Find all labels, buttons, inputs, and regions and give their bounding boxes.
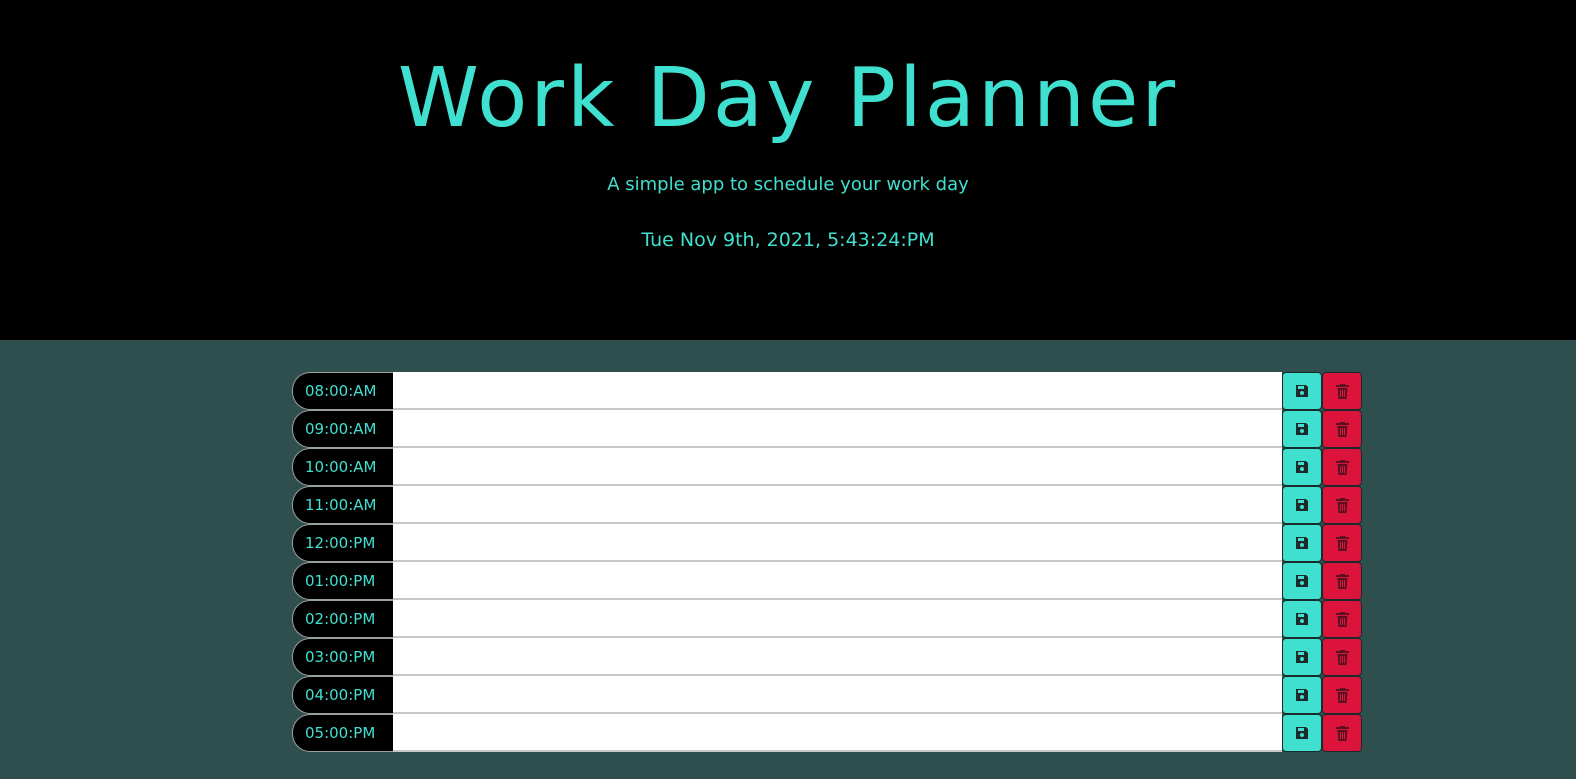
hour-label: 08:00:AM bbox=[292, 372, 393, 410]
hour-label: 01:00:PM bbox=[292, 562, 393, 600]
hour-label: 04:00:PM bbox=[292, 676, 393, 714]
save-button[interactable] bbox=[1282, 410, 1322, 448]
hour-label: 12:00:PM bbox=[292, 524, 393, 562]
floppy-disk-icon bbox=[1296, 613, 1308, 625]
delete-button[interactable] bbox=[1322, 372, 1362, 410]
save-button[interactable] bbox=[1282, 372, 1322, 410]
save-button[interactable] bbox=[1282, 600, 1322, 638]
planner: 08:00:AM 09:00:AM 10:00:AM 11:00:AM 12:0… bbox=[292, 372, 1362, 752]
task-input[interactable] bbox=[393, 372, 1282, 410]
time-block-row: 01:00:PM bbox=[292, 562, 1362, 600]
time-block-row: 04:00:PM bbox=[292, 676, 1362, 714]
save-button[interactable] bbox=[1282, 524, 1322, 562]
floppy-disk-icon bbox=[1296, 689, 1308, 701]
trash-icon bbox=[1335, 611, 1349, 627]
trash-icon bbox=[1335, 725, 1349, 741]
task-input[interactable] bbox=[393, 600, 1282, 638]
header: Work Day Planner A simple app to schedul… bbox=[0, 0, 1576, 340]
save-button[interactable] bbox=[1282, 714, 1322, 752]
task-input[interactable] bbox=[393, 676, 1282, 714]
task-input[interactable] bbox=[393, 448, 1282, 486]
floppy-disk-icon bbox=[1296, 499, 1308, 511]
delete-button[interactable] bbox=[1322, 600, 1362, 638]
trash-icon bbox=[1335, 573, 1349, 589]
floppy-disk-icon bbox=[1296, 651, 1308, 663]
page-title: Work Day Planner bbox=[397, 51, 1179, 146]
save-button[interactable] bbox=[1282, 676, 1322, 714]
time-block-row: 03:00:PM bbox=[292, 638, 1362, 676]
page-subtitle: A simple app to schedule your work day bbox=[607, 174, 969, 195]
delete-button[interactable] bbox=[1322, 714, 1362, 752]
time-block-row: 08:00:AM bbox=[292, 372, 1362, 410]
floppy-disk-icon bbox=[1296, 537, 1308, 549]
task-input[interactable] bbox=[393, 638, 1282, 676]
time-block-row: 10:00:AM bbox=[292, 448, 1362, 486]
delete-button[interactable] bbox=[1322, 676, 1362, 714]
hour-label: 10:00:AM bbox=[292, 448, 393, 486]
trash-icon bbox=[1335, 687, 1349, 703]
delete-button[interactable] bbox=[1322, 562, 1362, 600]
time-block-row: 05:00:PM bbox=[292, 714, 1362, 752]
hour-label: 09:00:AM bbox=[292, 410, 393, 448]
trash-icon bbox=[1335, 497, 1349, 513]
floppy-disk-icon bbox=[1296, 385, 1308, 397]
trash-icon bbox=[1335, 535, 1349, 551]
time-block-row: 12:00:PM bbox=[292, 524, 1362, 562]
delete-button[interactable] bbox=[1322, 486, 1362, 524]
current-datetime: Tue Nov 9th, 2021, 5:43:24:PM bbox=[641, 229, 935, 251]
trash-icon bbox=[1335, 459, 1349, 475]
trash-icon bbox=[1335, 649, 1349, 665]
delete-button[interactable] bbox=[1322, 448, 1362, 486]
delete-button[interactable] bbox=[1322, 410, 1362, 448]
floppy-disk-icon bbox=[1296, 423, 1308, 435]
task-input[interactable] bbox=[393, 714, 1282, 752]
time-block-row: 09:00:AM bbox=[292, 410, 1362, 448]
floppy-disk-icon bbox=[1296, 461, 1308, 473]
task-input[interactable] bbox=[393, 562, 1282, 600]
task-input[interactable] bbox=[393, 486, 1282, 524]
floppy-disk-icon bbox=[1296, 575, 1308, 587]
task-input[interactable] bbox=[393, 410, 1282, 448]
save-button[interactable] bbox=[1282, 562, 1322, 600]
trash-icon bbox=[1335, 421, 1349, 437]
hour-label: 02:00:PM bbox=[292, 600, 393, 638]
save-button[interactable] bbox=[1282, 486, 1322, 524]
trash-icon bbox=[1335, 383, 1349, 399]
hour-label: 11:00:AM bbox=[292, 486, 393, 524]
save-button[interactable] bbox=[1282, 448, 1322, 486]
delete-button[interactable] bbox=[1322, 638, 1362, 676]
time-block-row: 11:00:AM bbox=[292, 486, 1362, 524]
time-block-row: 02:00:PM bbox=[292, 600, 1362, 638]
save-button[interactable] bbox=[1282, 638, 1322, 676]
task-input[interactable] bbox=[393, 524, 1282, 562]
hour-label: 05:00:PM bbox=[292, 714, 393, 752]
floppy-disk-icon bbox=[1296, 727, 1308, 739]
hour-label: 03:00:PM bbox=[292, 638, 393, 676]
delete-button[interactable] bbox=[1322, 524, 1362, 562]
